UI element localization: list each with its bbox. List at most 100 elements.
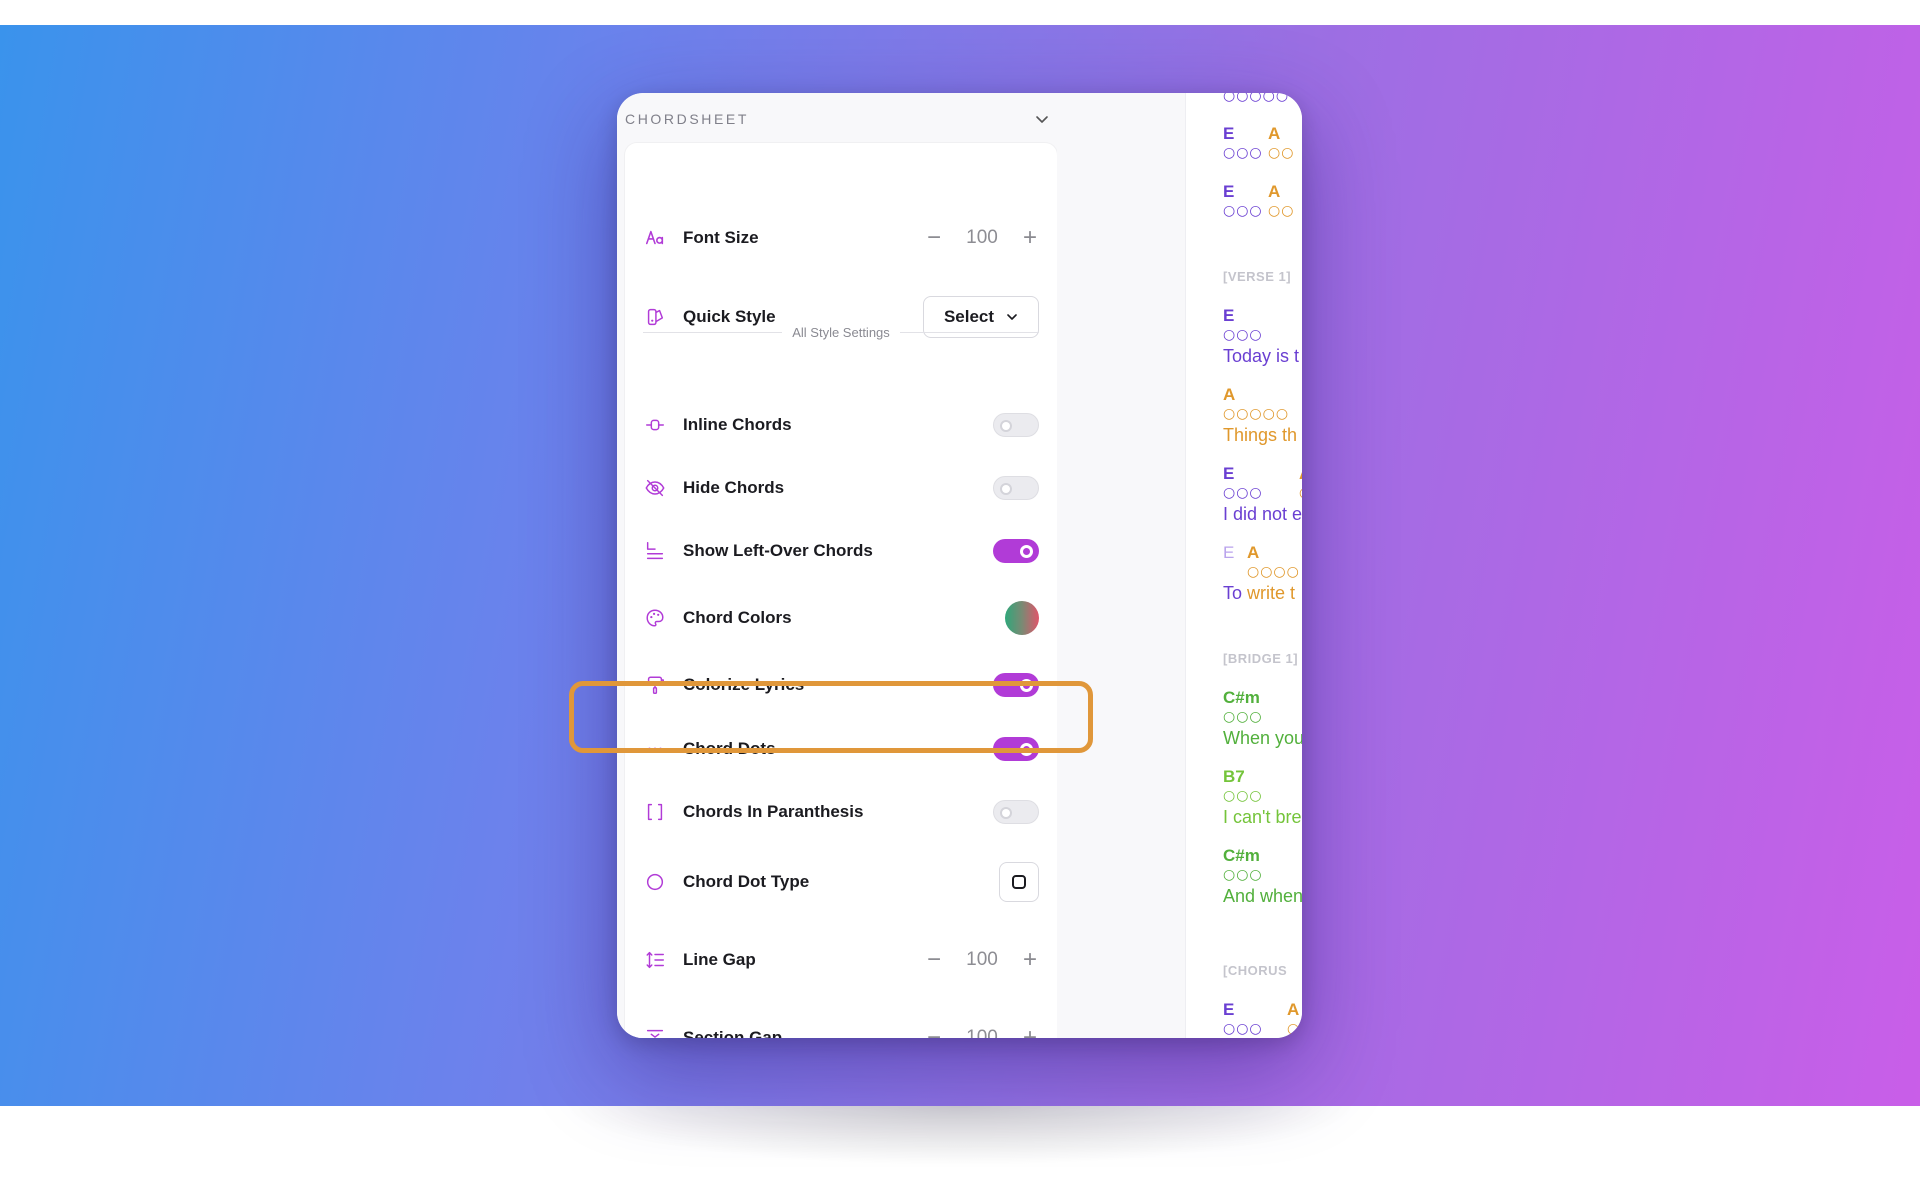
line-gap-increase-button[interactable]: + bbox=[1021, 948, 1039, 972]
chord-label: E bbox=[1223, 306, 1235, 325]
inline-chords-icon bbox=[643, 413, 667, 437]
chord-label: A bbox=[1268, 124, 1281, 143]
chord-dots: ○○ bbox=[1268, 203, 1295, 219]
line-gap-value: 100 bbox=[966, 949, 998, 970]
lyric-line: I can't bre bbox=[1223, 807, 1302, 827]
chord-dots: ○○○ bbox=[1223, 327, 1263, 343]
inline-chords-control bbox=[993, 413, 1039, 437]
lyric-line: And when bbox=[1223, 886, 1302, 906]
section-gap-label: Section Gap bbox=[683, 1028, 783, 1038]
font-size-stepper: − 100 + bbox=[925, 226, 1039, 250]
chord-label: C#m bbox=[1223, 688, 1260, 707]
row-chord-colors: Chord Colors bbox=[625, 588, 1057, 648]
line-gap-stepper: − 100 + bbox=[925, 948, 1039, 972]
row-font-size: Font Size − 100 + bbox=[625, 208, 1057, 268]
hide-chords-label: Hide Chords bbox=[683, 478, 785, 497]
chord-dots: ○○○ bbox=[1223, 485, 1263, 501]
chevron-down-icon[interactable] bbox=[1035, 112, 1049, 126]
font-size-decrease-button[interactable]: − bbox=[925, 226, 943, 250]
section-label: [CHORUS bbox=[1223, 963, 1288, 978]
chord-colors-swatch[interactable] bbox=[1005, 601, 1039, 635]
circle-icon bbox=[643, 870, 667, 894]
chord-dots: ○ bbox=[1299, 485, 1302, 501]
section-gap-increase-button[interactable]: + bbox=[1021, 1026, 1039, 1039]
toggle-knob bbox=[1000, 420, 1012, 432]
font-size-icon bbox=[643, 226, 667, 250]
lyric-line: I did not e bbox=[1223, 504, 1302, 524]
chord-label: E bbox=[1223, 464, 1235, 483]
section-gap-value: 100 bbox=[966, 1027, 998, 1038]
toggle-knob bbox=[1020, 544, 1033, 558]
toggle-knob bbox=[1000, 807, 1012, 819]
chord-dots: ○ bbox=[1287, 1021, 1301, 1037]
chord-dot-type-label: Chord Dot Type bbox=[683, 872, 810, 891]
chord-label: E bbox=[1223, 182, 1235, 201]
background-shadow bbox=[560, 1106, 1360, 1166]
inline-chords-toggle[interactable] bbox=[993, 413, 1039, 437]
divider-line-right bbox=[899, 331, 1040, 333]
left-over-chords-control bbox=[993, 539, 1039, 563]
rounded-square-icon bbox=[1012, 875, 1026, 889]
chord-label: A bbox=[1223, 385, 1236, 404]
settings-card: Font Size − 100 + Quick Style Select All… bbox=[625, 143, 1057, 1038]
row-inline-chords: Inline Chords bbox=[625, 395, 1057, 455]
chords-in-paranthesis-control bbox=[993, 800, 1039, 824]
chord-dots: ○○○ bbox=[1223, 1021, 1263, 1037]
chord-sheet-preview[interactable]: ○○○○○ E A ○○○ ○○ E A ○○○ ○○ [VERSE 1] E … bbox=[1185, 93, 1302, 1038]
section-gap-decrease-button[interactable]: − bbox=[925, 1026, 943, 1039]
panel-header[interactable]: CHORDSHEET bbox=[625, 105, 1049, 133]
line-gap-decrease-button[interactable]: − bbox=[925, 948, 943, 972]
align-left-icon bbox=[643, 539, 667, 563]
hide-chords-control bbox=[993, 476, 1039, 500]
chord-dots: ○○○ bbox=[1223, 145, 1263, 161]
section-label: [BRIDGE 1] bbox=[1223, 651, 1299, 666]
panel-gutter bbox=[1057, 93, 1185, 1038]
chord-dots: ○○○ bbox=[1223, 788, 1263, 804]
chord-dots: ○○ bbox=[1268, 145, 1295, 161]
chords-in-paranthesis-label: Chords In Paranthesis bbox=[683, 802, 864, 821]
section-spacing-icon bbox=[643, 1026, 667, 1038]
left-over-chords-toggle[interactable] bbox=[993, 539, 1039, 563]
section-label: [VERSE 1] bbox=[1223, 269, 1292, 284]
eye-off-icon bbox=[643, 476, 667, 500]
chord-label: A bbox=[1287, 1000, 1300, 1019]
chord-dot-type-button[interactable] bbox=[999, 862, 1039, 902]
lyric-word: write t bbox=[1247, 583, 1296, 603]
chord-dots: ○○○ bbox=[1223, 867, 1263, 883]
chord-dot-type-control bbox=[999, 862, 1039, 902]
chords-in-paranthesis-toggle[interactable] bbox=[993, 800, 1039, 824]
chord-label: E bbox=[1223, 1000, 1235, 1019]
brackets-icon bbox=[643, 800, 667, 824]
font-size-label: Font Size bbox=[683, 228, 759, 247]
chord-colors-control bbox=[1005, 601, 1039, 635]
panel-title: CHORDSHEET bbox=[625, 111, 750, 127]
chord-dots: ○○○ bbox=[1223, 203, 1263, 219]
all-style-settings-divider: All Style Settings bbox=[643, 322, 1040, 342]
inline-chords-label: Inline Chords bbox=[683, 415, 792, 434]
row-chord-dot-type: Chord Dot Type bbox=[625, 852, 1057, 912]
lyric-word: To bbox=[1223, 583, 1243, 603]
chord-dots: ○○○○ bbox=[1247, 564, 1300, 580]
chord-label: A bbox=[1299, 464, 1302, 484]
settings-panel: CHORDSHEET Font Size − 100 + Quick Style… bbox=[617, 93, 1057, 1038]
chord-label: A bbox=[1268, 182, 1281, 201]
toggle-knob bbox=[1000, 483, 1012, 495]
chord-label: A bbox=[1247, 543, 1260, 562]
chord-dots: ○○○○○ bbox=[1223, 93, 1290, 104]
app-window: CHORDSHEET Font Size − 100 + Quick Style… bbox=[617, 93, 1302, 1038]
font-size-increase-button[interactable]: + bbox=[1021, 226, 1039, 250]
chord-colors-label: Chord Colors bbox=[683, 608, 792, 627]
row-section-gap: Section Gap − 100 + bbox=[625, 1008, 1057, 1038]
chord-label: E bbox=[1223, 543, 1235, 562]
chord-dots-highlight bbox=[569, 681, 1093, 753]
line-gap-label: Line Gap bbox=[683, 950, 756, 969]
lyric-line: Things th bbox=[1223, 425, 1298, 445]
section-gap-stepper: − 100 + bbox=[925, 1026, 1039, 1039]
divider-label: All Style Settings bbox=[792, 324, 890, 340]
lyric-line: When you bbox=[1223, 728, 1302, 748]
line-spacing-icon bbox=[643, 948, 667, 972]
hide-chords-toggle[interactable] bbox=[993, 476, 1039, 500]
left-over-chords-label: Show Left-Over Chords bbox=[683, 541, 873, 560]
palette-icon bbox=[643, 606, 667, 630]
chord-label: B7 bbox=[1223, 767, 1245, 786]
